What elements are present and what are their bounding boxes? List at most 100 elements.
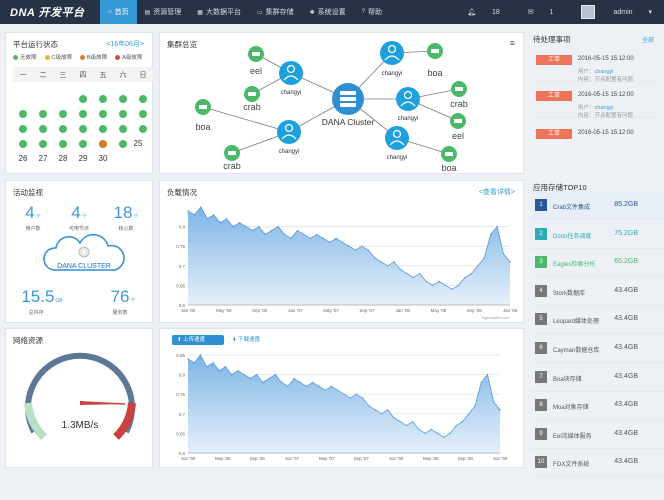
stat-nodes: 4个 — [71, 203, 87, 222]
ranking-row[interactable]: 8 Moa对象存储 43.4GB — [531, 391, 664, 421]
ranking-row[interactable]: 3 Eagles检索分析 65.2GB — [531, 248, 664, 278]
nav-item-home[interactable]: ⌂ 首页 — [100, 0, 137, 24]
weekday-header: 一 二 三 四 五 六 日 — [13, 67, 153, 82]
data-point — [405, 424, 408, 427]
ranking-row[interactable]: 7 Boa块存储 43.4GB — [531, 363, 664, 392]
calendar-day-status[interactable] — [59, 110, 67, 118]
data-point — [368, 405, 370, 407]
calendar-day-status[interactable] — [119, 140, 127, 148]
calendar-day-status[interactable] — [119, 95, 127, 103]
notifications-button[interactable]: 🔔︎ 18 — [453, 8, 500, 16]
ranking-row[interactable]: 6 Cayman数据仓库 43.4GB — [531, 334, 664, 363]
ticket-badge: 工单 — [536, 55, 572, 65]
data-point — [268, 377, 270, 380]
data-point — [380, 261, 382, 263]
ranking-row[interactable]: 2 Dodo任务调度 75.2GB — [531, 220, 664, 249]
data-point — [219, 221, 221, 224]
todo-item[interactable]: 工单 2016-05-15 15:12:00 用户：changyi 内容：节点配… — [531, 52, 661, 83]
calendar-day[interactable]: 26 — [13, 154, 33, 163]
data-point — [212, 362, 214, 364]
nav-item-settings[interactable]: ✱ 系统设置 — [302, 0, 354, 24]
calendar-day-status[interactable] — [119, 125, 127, 133]
calendar-day[interactable]: 30 — [93, 154, 113, 163]
storage-size: 43.4GB — [614, 344, 638, 351]
ranking-row[interactable]: 1 Crab文件集成 85.2GB — [531, 191, 664, 220]
calendar-day[interactable]: 28 — [53, 154, 73, 163]
x-tick-label: Sep '06 — [252, 308, 268, 313]
data-point — [349, 397, 351, 399]
data-point — [443, 436, 445, 439]
calendar-day-status[interactable] — [59, 125, 67, 133]
data-point — [225, 218, 228, 220]
view-all-link[interactable]: 全部 — [642, 35, 654, 44]
chevron-down-icon: ▾ — [648, 8, 652, 16]
calendar-day-status[interactable] — [139, 95, 147, 103]
data-point — [193, 362, 195, 364]
ranking-row[interactable]: 4 Stork数据库 43.4GB — [531, 277, 664, 306]
leaf-nodes[interactable] — [195, 43, 467, 162]
data-point — [303, 233, 305, 236]
cluster-center[interactable] — [332, 83, 364, 115]
data-point — [258, 225, 260, 228]
todo-item[interactable]: 工单 2016-05-15 15:12:00 — [531, 126, 661, 156]
network-panel: 网络资源 1.3MB/s — [5, 328, 153, 468]
calendar-day-status[interactable] — [39, 110, 47, 118]
calendar-day-status[interactable] — [99, 125, 107, 133]
calendar-day-status[interactable] — [79, 125, 87, 133]
calendar-day-status[interactable] — [99, 140, 107, 148]
cluster-overview-panel: 集群总览 ≡ DANA Cluster changyi changyi chan… — [159, 32, 524, 174]
data-point — [243, 373, 245, 376]
calendar-day-status[interactable] — [59, 140, 67, 148]
calendar-day[interactable]: 25 — [128, 139, 148, 148]
calendar-day-status[interactable] — [39, 125, 47, 133]
nav-item-resources[interactable]: ▤ 资源管理 — [137, 0, 190, 24]
legend-item: C级故障 — [44, 53, 72, 61]
ranking-row[interactable]: 10 FOX文件系统 43.4GB — [531, 448, 664, 478]
x-tick-label: Sep '08 — [458, 456, 474, 461]
calendar-day[interactable]: 29 — [73, 154, 93, 163]
series-area — [188, 355, 500, 453]
data-point — [355, 393, 358, 395]
status-legend: 无故障 C级故障 B级故障 A级故障 — [13, 53, 142, 61]
calendar-day-status[interactable] — [79, 95, 87, 103]
ranking-row[interactable]: 9 Eel流媒体服务 43.4GB — [531, 420, 664, 449]
data-point — [483, 257, 485, 259]
user-menu[interactable]: admin ▾ — [567, 5, 652, 19]
calendar-day-status[interactable] — [19, 125, 27, 133]
x-tick-label: Jan '09 — [493, 456, 508, 461]
calendar-day-status[interactable] — [79, 140, 87, 148]
todo-item[interactable]: 工单 2016-05-15 15:12:00 用户：changyi 内容：节点配… — [531, 88, 661, 119]
calendar-day-status[interactable] — [79, 110, 87, 118]
panel-title: 平台运行状态 — [13, 40, 58, 49]
calendar-day-status[interactable] — [139, 125, 147, 133]
x-tick-label: Jan '07 — [285, 456, 300, 461]
load-chart: 0.80.750.70.650.6Jan '06 May '06 Sep '06 Ja… — [176, 206, 518, 313]
data-point — [274, 373, 277, 376]
calendar-day-status[interactable] — [119, 110, 127, 118]
nav-item-storage[interactable]: ▭ 集群存储 — [249, 0, 302, 24]
data-point — [464, 276, 466, 279]
messages-button[interactable]: ✉ 1 — [514, 8, 554, 16]
calendar-day-status[interactable] — [19, 110, 27, 118]
load-panel: 负载情况 <查看详情> 0.8 0.75 0.7 0.65 0.6 Jan '06 May … — [159, 180, 524, 323]
storage-size: 43.4GB — [614, 458, 638, 466]
calendar-day[interactable]: 27 — [33, 154, 53, 163]
legend-item: 无故障 — [13, 53, 37, 61]
ranking-row[interactable]: 5 Leopard媒体处理 43.4GB — [531, 305, 664, 335]
data-point — [287, 385, 289, 388]
brand-logo[interactable]: DNA 开发平台 — [0, 0, 100, 24]
data-point — [436, 432, 439, 435]
month-selector[interactable]: <16年06月> — [106, 39, 144, 49]
calendar-day-status[interactable] — [99, 110, 107, 118]
nav-item-bigdata[interactable]: ▦ 大数据平台 — [189, 0, 249, 24]
y-tick-label: 0.8 — [179, 373, 186, 378]
data-point — [206, 218, 209, 220]
x-tick-label: May '08 — [431, 308, 447, 313]
calendar-day-status[interactable] — [139, 110, 147, 118]
rank-number: 3 — [535, 256, 547, 269]
calendar-day-status[interactable] — [99, 95, 107, 103]
app-name: Crab文件集成 — [553, 205, 591, 211]
calendar-day-status[interactable] — [19, 140, 27, 148]
nav-item-help[interactable]: ? 帮助 — [354, 0, 390, 24]
calendar-day-status[interactable] — [39, 140, 47, 148]
